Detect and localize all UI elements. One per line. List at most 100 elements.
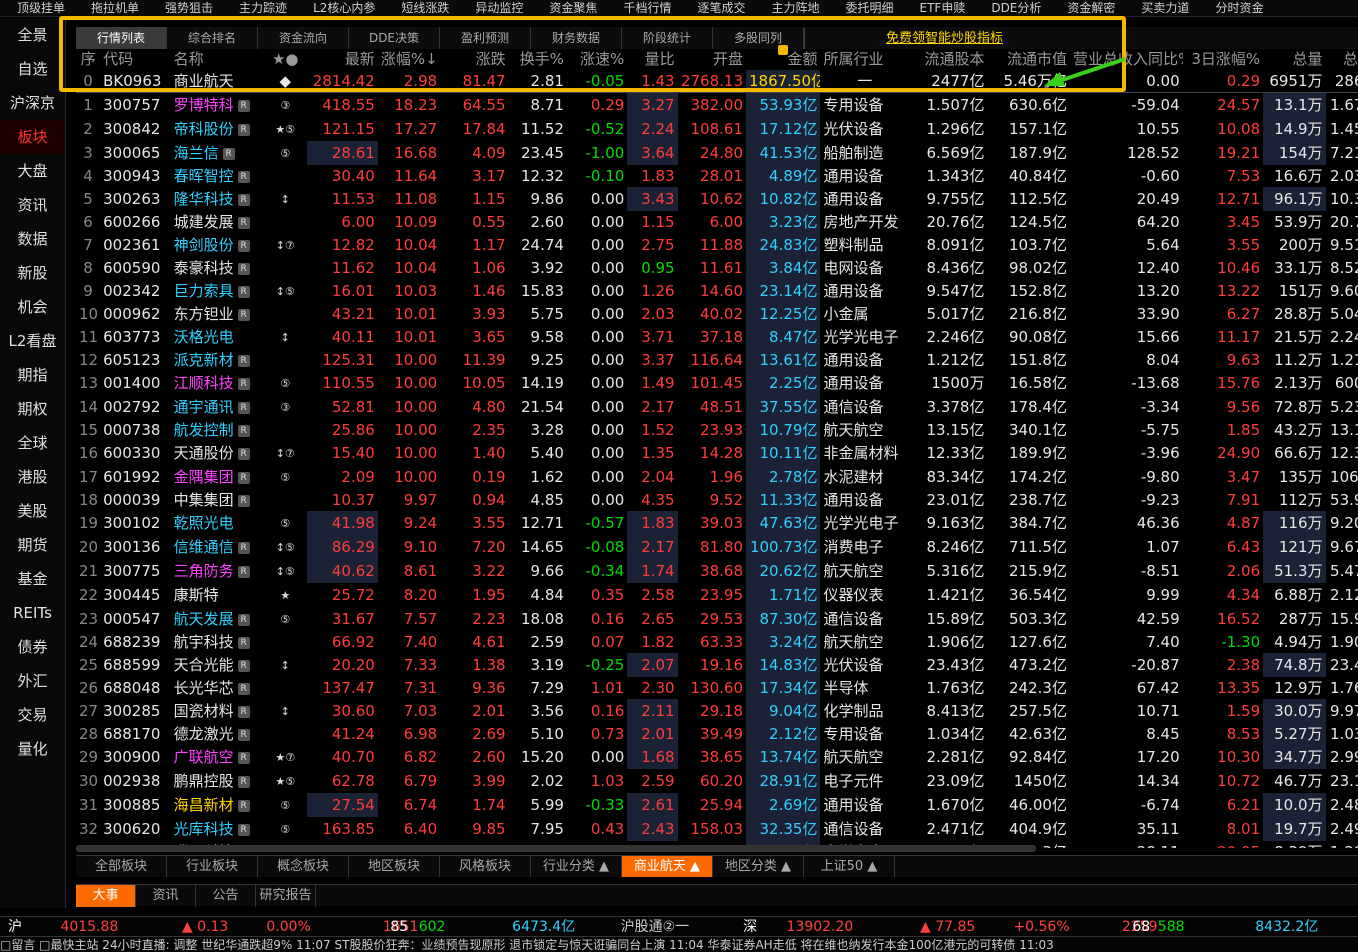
menu-item-10[interactable]: 主力阵地: [754, 0, 828, 16]
news-tab-0[interactable]: 大事: [76, 885, 136, 907]
stock-row[interactable]: 23 000547 航天发展 R ⑤ 31.67 7.57 2.23 18.08 0.16 2.65…: [76, 607, 1358, 631]
stock-name[interactable]: 海昌新材 R: [171, 793, 264, 817]
stock-row[interactable]: 5 300263 隆华科技 R ↕ 11.53 11.08 1.15 9.86 0.00 3.43 1…: [76, 187, 1358, 211]
col-header-3[interactable]: ★●: [263, 48, 307, 70]
sidebar-item-0[interactable]: 全景: [0, 18, 65, 52]
stock-row[interactable]: 27 300285 国瓷材料 R ↕ 30.60 7.03 2.01 3.56 0.16 2.11 2…: [76, 699, 1358, 723]
stock-name[interactable]: 德龙激光 R: [171, 723, 264, 745]
menu-item-15[interactable]: 买卖力道: [1124, 0, 1198, 16]
tab-0[interactable]: 行情列表: [76, 27, 167, 49]
industry[interactable]: 化学制品: [820, 699, 909, 723]
sidebar-item-18[interactable]: 债券: [0, 630, 65, 664]
tab-1[interactable]: 综合排名: [167, 27, 258, 49]
stock-code[interactable]: 000547: [100, 607, 170, 631]
sidebar-item-11[interactable]: 期权: [0, 392, 65, 426]
news-ticker[interactable]: □留言 □最快主站 24小时直播: 调整 世纪华通跌超9% 11:07 ST股股…: [0, 936, 1358, 952]
stock-row[interactable]: 29 300900 广联航空 R ★⑦ 40.70 6.82 2.60 15.20 0.00 1.6…: [76, 745, 1358, 769]
stock-code[interactable]: 688239: [100, 631, 170, 653]
horizontal-scrollbar[interactable]: [76, 845, 1036, 852]
stock-name[interactable]: 海兰信 R: [171, 141, 264, 165]
stock-name[interactable]: 东方钽业 R: [171, 303, 264, 325]
industry[interactable]: 水泥建材: [820, 465, 909, 489]
sidebar-item-6[interactable]: 数据: [0, 222, 65, 256]
stock-code[interactable]: 002342: [100, 279, 170, 303]
industry[interactable]: 通用设备: [820, 279, 909, 303]
stock-name[interactable]: 隆华科技 R: [171, 187, 264, 211]
stock-code[interactable]: 002938: [100, 769, 170, 793]
industry[interactable]: 电网设备: [820, 257, 909, 279]
stock-code[interactable]: 605123: [100, 349, 170, 371]
news-tab-1[interactable]: 资讯: [136, 885, 196, 907]
stock-name[interactable]: 航发控制 R: [171, 419, 264, 441]
tab-2[interactable]: 资金流向: [258, 27, 349, 49]
stock-row[interactable]: 2 300842 帝科股份 R ★⑤ 121.15 17.27 17.84 11.52 -0.52…: [76, 117, 1358, 141]
stock-row[interactable]: 28 688170 德龙激光 R 41.24 6.98 2.69 5.10 0.73 2.01 39…: [76, 723, 1358, 745]
stock-code[interactable]: 688599: [100, 653, 170, 677]
stock-name[interactable]: 长光华芯 R: [171, 677, 264, 699]
sector-tab-4[interactable]: 风格板块: [440, 856, 531, 877]
col-header-17[interactable]: 总量: [1263, 48, 1325, 70]
stock-code[interactable]: 002361: [100, 233, 170, 257]
stock-row[interactable]: 32 300620 光库科技 R ⑤ 163.85 6.40 9.85 7.95 0.43 2.43…: [76, 817, 1358, 841]
tab-3[interactable]: DDE决策: [349, 27, 440, 49]
col-header-18[interactable]: 总股: [1326, 48, 1358, 70]
industry[interactable]: 小金属: [820, 303, 909, 325]
stock-row[interactable]: 30 002938 鹏鼎控股 R ★⑤ 62.78 6.79 3.99 2.02 1.03 2.59…: [76, 769, 1358, 793]
col-header-0[interactable]: 序: [76, 48, 100, 70]
stock-code[interactable]: 000039: [100, 489, 170, 511]
stock-code[interactable]: 300065: [100, 141, 170, 165]
stock-code[interactable]: 300842: [100, 117, 170, 141]
sidebar-item-7[interactable]: 新股: [0, 256, 65, 290]
industry[interactable]: 通用设备: [820, 371, 909, 395]
stock-name[interactable]: 信维通信 R: [171, 535, 264, 559]
stock-row[interactable]: 9 002342 巨力索具 R ↕⑤ 16.01 10.03 1.46 15.83 0.00 1.2…: [76, 279, 1358, 303]
stock-row[interactable]: 18 000039 中集集团 R 10.37 9.97 0.94 4.85 0.00 4.35 9.…: [76, 489, 1358, 511]
industry[interactable]: 仪器仪表: [820, 583, 909, 607]
stock-code[interactable]: 300943: [100, 165, 170, 187]
industry[interactable]: 光学光电子: [820, 511, 909, 535]
sidebar-item-13[interactable]: 港股: [0, 460, 65, 494]
stock-name[interactable]: 金隅集团 R: [171, 465, 264, 489]
sidebar-item-17[interactable]: REITs: [0, 596, 65, 630]
industry[interactable]: 光学光电子: [820, 325, 909, 349]
stock-name[interactable]: 巨力索具 R: [171, 279, 264, 303]
sidebar-item-21[interactable]: 量化: [0, 732, 65, 766]
sector-tab-2[interactable]: 概念板块: [258, 856, 349, 877]
sidebar-item-5[interactable]: 资讯: [0, 188, 65, 222]
industry[interactable]: 通信设备: [820, 817, 909, 841]
stock-name[interactable]: 城建发展 R: [171, 211, 264, 233]
sector-tab-8[interactable]: 上证50 ▲: [804, 856, 895, 877]
industry[interactable]: 专用设备: [820, 93, 909, 118]
col-header-5[interactable]: 涨幅%↓: [378, 48, 440, 70]
menu-item-11[interactable]: 委托明细: [828, 0, 902, 16]
stock-row[interactable]: 10 000962 东方钽业 R 43.21 10.01 3.93 5.75 0.00 2.03 4…: [76, 303, 1358, 325]
tab-7[interactable]: 多股同列: [713, 27, 804, 49]
stock-name[interactable]: 春晖智控 R: [171, 165, 264, 187]
stock-code[interactable]: 300263: [100, 187, 170, 211]
menu-item-9[interactable]: 逐笔成交: [680, 0, 754, 16]
col-header-12[interactable]: 所属行业: [820, 48, 909, 70]
stock-row[interactable]: 12 605123 派克新材 R 125.31 10.00 11.39 9.25 0.00 3.3…: [76, 349, 1358, 371]
stock-code[interactable]: 603773: [100, 325, 170, 349]
stock-row[interactable]: 19 300102 乾照光电 ⑤ 41.98 9.24 3.55 12.71 -0.57 1.83…: [76, 511, 1358, 535]
menu-item-1[interactable]: 拖拉机单: [74, 0, 148, 16]
industry[interactable]: 航天航空: [820, 631, 909, 653]
menu-item-0[interactable]: 顶级挂单: [0, 0, 74, 16]
sector-tab-1[interactable]: 行业板块: [167, 856, 258, 877]
stock-code[interactable]: 688170: [100, 723, 170, 745]
industry[interactable]: 通信设备: [820, 607, 909, 631]
stock-name[interactable]: 光库科技 R: [171, 817, 264, 841]
stock-row[interactable]: 7 002361 神剑股份 R ↕⑦ 12.82 10.04 1.17 24.74 0.00 2.7…: [76, 233, 1358, 257]
industry[interactable]: 航天航空: [820, 419, 909, 441]
stock-name[interactable]: 天合光能 R: [171, 653, 264, 677]
col-header-16[interactable]: 3日涨幅%: [1183, 48, 1263, 70]
sector-tab-3[interactable]: 地区板块: [349, 856, 440, 877]
tab-5[interactable]: 财务数据: [531, 27, 622, 49]
stock-name[interactable]: 乾照光电: [171, 511, 264, 535]
industry[interactable]: 电子元件: [820, 769, 909, 793]
tab-6[interactable]: 阶段统计: [622, 27, 713, 49]
col-header-4[interactable]: 最新: [307, 48, 377, 70]
menu-item-6[interactable]: 异动监控: [458, 0, 532, 16]
stock-code[interactable]: 300775: [100, 559, 170, 583]
menu-item-5[interactable]: 短线涨跌: [384, 0, 458, 16]
